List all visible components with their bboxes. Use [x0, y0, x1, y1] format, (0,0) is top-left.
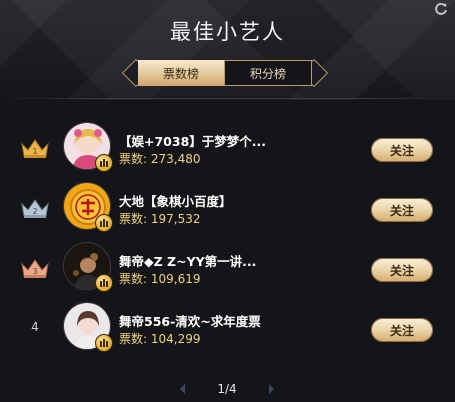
header: 最佳小艺人 票数榜 积分榜 — [0, 0, 455, 100]
level-badge-icon — [95, 154, 113, 172]
gold-crown-icon: 1 — [19, 134, 51, 162]
list-item: 3 舞帝◆Z Z~YY第一讲... 票数: 109,619 关注 — [0, 240, 455, 300]
follow-button[interactable]: 关注 — [371, 318, 433, 342]
divider — [0, 98, 455, 99]
follow-button[interactable]: 关注 — [371, 138, 433, 162]
rank-number: 3 — [32, 267, 37, 276]
silver-crown-icon: 2 — [19, 194, 51, 222]
bronze-crown-icon: 3 — [19, 254, 51, 282]
avatar[interactable] — [63, 302, 113, 352]
votes-label: 票数: — [119, 332, 148, 346]
list-item: 4 舞帝556-清欢~求年度票 票数: 104,299 关注 — [0, 300, 455, 360]
rank-number: 1 — [32, 147, 37, 156]
vote-count: 票数: 273,480 — [119, 150, 201, 167]
ranking-list: 1 【娱+7038】于梦梦个... 票数: 273,480 关注 2 大地【象棋… — [0, 112, 455, 352]
level-badge-icon — [95, 274, 113, 292]
list-item: 1 【娱+7038】于梦梦个... 票数: 273,480 关注 — [0, 120, 455, 180]
votes-value: 273,480 — [150, 152, 201, 166]
votes-label: 票数: — [119, 272, 148, 286]
list-item: 2 大地【象棋小百度】 票数: 197,532 关注 — [0, 180, 455, 240]
tab-bar: 票数榜 积分榜 — [121, 58, 329, 88]
rank-number: 4 — [31, 320, 39, 334]
avatar[interactable] — [63, 122, 113, 172]
follow-button[interactable]: 关注 — [371, 258, 433, 282]
votes-value: 109,619 — [150, 272, 201, 286]
artist-name[interactable]: 舞帝556-清欢~求年度票 — [119, 311, 289, 330]
artist-name[interactable]: 【娱+7038】于梦梦个... — [119, 131, 289, 150]
prev-page-button[interactable] — [172, 378, 194, 400]
page-indicator: 1/4 — [217, 382, 237, 396]
next-page-button[interactable] — [260, 378, 282, 400]
votes-label: 票数: — [119, 212, 148, 226]
tab-votes[interactable]: 票数榜 — [138, 60, 224, 86]
level-badge-icon — [95, 334, 113, 352]
vote-count: 票数: 104,299 — [119, 330, 201, 347]
avatar[interactable] — [63, 182, 113, 232]
votes-value: 197,532 — [150, 212, 201, 226]
level-badge-icon — [95, 214, 113, 232]
pagination: 1/4 — [172, 376, 282, 402]
refresh-icon[interactable] — [433, 1, 449, 17]
tab-points[interactable]: 积分榜 — [224, 60, 312, 86]
vote-count: 票数: 109,619 — [119, 270, 201, 287]
page-title: 最佳小艺人 — [170, 20, 285, 44]
votes-value: 104,299 — [150, 332, 201, 346]
vote-count: 票数: 197,532 — [119, 210, 201, 227]
follow-button[interactable]: 关注 — [371, 198, 433, 222]
rank-number: 2 — [32, 207, 37, 216]
votes-label: 票数: — [119, 152, 148, 166]
artist-name[interactable]: 舞帝◆Z Z~YY第一讲... — [119, 251, 289, 270]
artist-name[interactable]: 大地【象棋小百度】 — [119, 191, 289, 210]
avatar[interactable] — [63, 242, 113, 292]
